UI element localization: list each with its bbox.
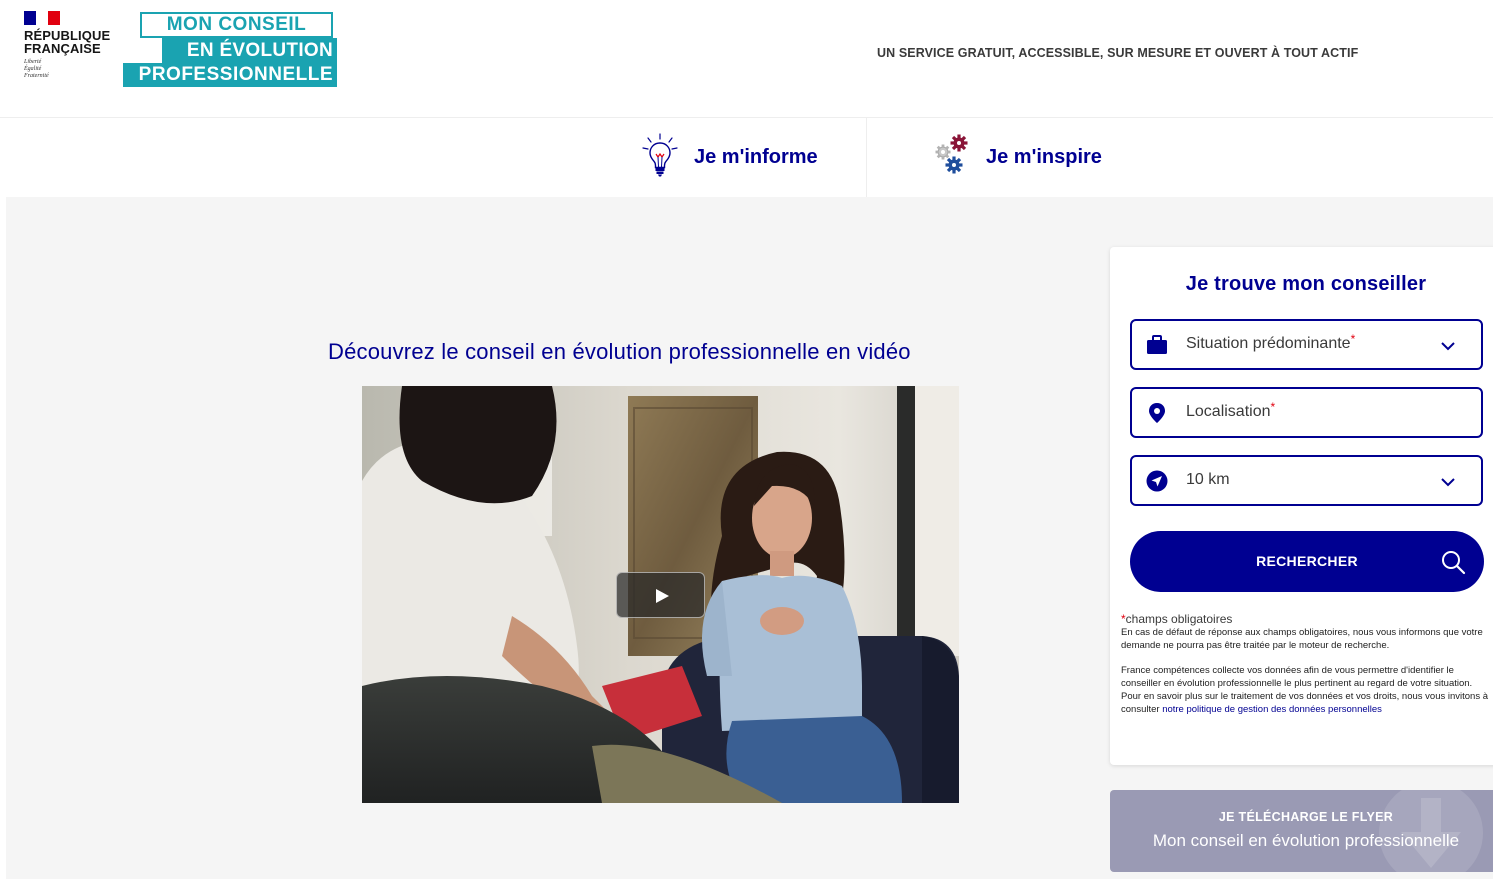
nav-label-informe: Je m'informe: [694, 146, 818, 168]
form-notes: *champs obligatoires En cas de défaut de…: [1121, 612, 1493, 716]
motto-fraternite: Fraternité: [24, 73, 49, 79]
required-fields-note: *champs obligatoires: [1121, 612, 1493, 626]
situation-select[interactable]: Situation prédominante*: [1130, 319, 1483, 370]
required-fields-notice: En cas de défaut de réponse aux champs o…: [1121, 627, 1483, 651]
play-button[interactable]: [616, 572, 705, 618]
lightbulb-icon: [640, 132, 680, 183]
search-button[interactable]: RECHERCHER: [1130, 531, 1484, 592]
situation-label: Situation prédominante: [1186, 335, 1351, 352]
chevron-down-icon: [1441, 478, 1455, 487]
logo-line1: MON CONSEIL: [140, 12, 333, 38]
privacy-policy-link[interactable]: notre politique de gestion des données p…: [1162, 704, 1382, 715]
site-header: RÉPUBLIQUE FRANÇAISE Liberté Égalité Fra…: [0, 0, 1493, 118]
main-section: Découvrez le conseil en évolution profes…: [6, 197, 1493, 879]
required-star: *: [1350, 332, 1356, 346]
localisation-placeholder: Localisation*: [1186, 400, 1276, 421]
republique-francaise-logo[interactable]: RÉPUBLIQUE FRANÇAISE Liberté Égalité Fra…: [24, 11, 119, 80]
motto-liberte: Liberté: [24, 59, 42, 65]
flyer-title: JE TÉLÉCHARGE LE FLYER: [1218, 810, 1394, 824]
search-card: Je trouve mon conseiller Situation prédo…: [1110, 247, 1493, 765]
nav-item-je-m-informe[interactable]: Je m'informe: [640, 118, 818, 197]
rf-motto: Liberté Égalité Fraternité: [24, 59, 119, 80]
briefcase-icon: [1147, 335, 1167, 354]
header-tagline: UN SERVICE GRATUIT, ACCESSIBLE, SUR MESU…: [877, 46, 1359, 60]
logo-line3: PROFESSIONNELLE: [123, 63, 337, 87]
page: RÉPUBLIQUE FRANÇAISE Liberté Égalité Fra…: [0, 0, 1493, 879]
distance-select-value: 10 km: [1186, 471, 1230, 488]
french-flag-icon: [24, 11, 60, 25]
gears-icon: [932, 133, 972, 182]
play-icon: [656, 589, 669, 603]
localisation-label: Localisation: [1186, 403, 1271, 420]
rf-title: RÉPUBLIQUE FRANÇAISE: [24, 29, 119, 55]
flyer-subtitle: Mon conseil en évolution professionnelle: [1152, 831, 1460, 850]
logo-line2: EN ÉVOLUTION: [162, 38, 337, 63]
main-nav: Je m'informe Je m'inspire: [0, 118, 1493, 197]
required-note-text: champs obligatoires: [1125, 612, 1233, 626]
motto-egalite: Égalité: [24, 66, 42, 72]
data-privacy-notice: France compétences collecte vos données …: [1121, 664, 1493, 716]
download-flyer-button[interactable]: JE TÉLÉCHARGE LE FLYER Mon conseil en év…: [1110, 790, 1493, 872]
nav-divider: [866, 118, 867, 197]
location-pin-icon: [1149, 403, 1165, 423]
search-card-title: Je trouve mon conseiller: [1185, 273, 1427, 295]
mon-conseil-logo[interactable]: MON CONSEIL EN ÉVOLUTION PROFESSIONNELLE: [123, 12, 337, 87]
chevron-down-icon: [1441, 342, 1455, 351]
nav-label-inspire: Je m'inspire: [986, 146, 1102, 168]
localisation-input[interactable]: Localisation*: [1130, 387, 1483, 438]
distance-select[interactable]: 10 km: [1130, 455, 1483, 506]
search-icon: [1442, 551, 1466, 575]
video-section-title: Découvrez le conseil en évolution profes…: [328, 339, 911, 364]
required-star: *: [1270, 400, 1276, 414]
search-button-label: RECHERCHER: [1256, 553, 1358, 569]
nav-item-je-m-inspire[interactable]: Je m'inspire: [932, 118, 1102, 197]
navigation-arrow-icon: [1146, 470, 1168, 492]
video-player[interactable]: [362, 386, 959, 803]
situation-select-value: Situation prédominante*: [1186, 332, 1356, 353]
rf-title-line2: FRANÇAISE: [24, 41, 101, 56]
